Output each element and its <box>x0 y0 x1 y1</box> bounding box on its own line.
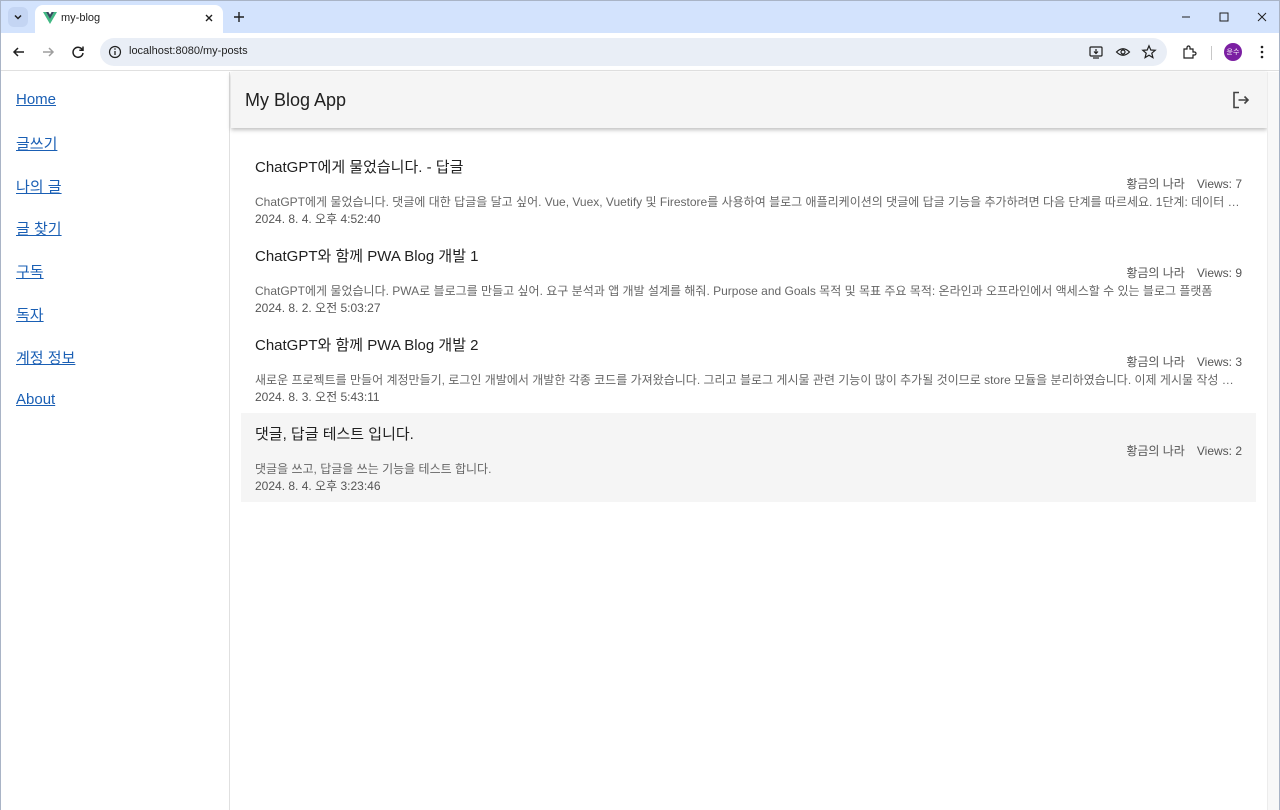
post-views: Views: 3 <box>1196 355 1242 369</box>
arrow-right-icon <box>43 47 55 57</box>
post-author: 황금의 나라 <box>1126 355 1185 369</box>
page-scrollbar[interactable] <box>1267 72 1279 810</box>
install-app-icon[interactable] <box>1088 44 1104 60</box>
post-author: 황금의 나라 <box>1126 266 1185 280</box>
chevron-down-icon <box>14 14 22 20</box>
minimize-button[interactable] <box>1176 7 1196 27</box>
post-list-item[interactable]: ChatGPT와 함께 PWA Blog 개발 2 황금의 나라 Views: 3… <box>241 324 1256 413</box>
post-meta: 황금의 나라 Views: 9 <box>1126 264 1242 281</box>
sidebar-item-readers[interactable]: 독자 <box>16 304 44 325</box>
arrow-left-icon <box>12 47 24 57</box>
sidebar-item-my-posts[interactable]: 나의 글 <box>16 176 62 197</box>
post-title[interactable]: ChatGPT와 함께 PWA Blog 개발 1 <box>255 245 479 266</box>
post-date: 2024. 8. 4. 오후 3:23:46 <box>255 479 381 493</box>
maximize-button[interactable] <box>1214 7 1234 27</box>
page-viewport: Home 글쓰기 나의 글 글 찾기 구독 독자 계정 정보 About My … <box>1 72 1279 810</box>
puzzle-icon <box>1183 45 1197 59</box>
post-author: 황금의 나라 <box>1126 444 1185 458</box>
browser-tab[interactable]: my-blog <box>35 5 223 33</box>
profile-avatar[interactable]: 윤수 <box>1224 43 1242 61</box>
info-icon[interactable] <box>107 44 123 60</box>
post-title[interactable]: 댓글, 답글 테스트 입니다. <box>255 423 414 444</box>
sidebar-item-home[interactable]: Home <box>16 91 56 108</box>
post-summary: 새로운 프로젝트를 만들어 계정만들기, 로그인 개발에서 개발한 각종 코드를… <box>255 373 1242 387</box>
eye-icon[interactable] <box>1115 44 1131 60</box>
forward-button[interactable] <box>38 42 58 62</box>
window-close-button[interactable] <box>1252 7 1272 27</box>
toolbar-divider <box>1211 46 1212 60</box>
tab-search-button[interactable] <box>8 7 28 27</box>
extensions-button[interactable] <box>1180 43 1198 61</box>
post-author: 황금의 나라 <box>1126 177 1185 191</box>
post-summary: ChatGPT에게 물었습니다. 댓글에 대한 답글을 달고 싶어. Vue, … <box>255 195 1242 209</box>
tab-close-button[interactable] <box>201 10 217 26</box>
more-vertical-icon <box>1260 45 1264 59</box>
app-bar: My Blog App <box>231 72 1267 128</box>
url-text[interactable]: localhost:8080/my-posts <box>129 45 248 57</box>
post-meta: 황금의 나라 Views: 3 <box>1126 353 1242 370</box>
post-date: 2024. 8. 4. 오후 4:52:40 <box>255 212 381 226</box>
post-views: Views: 9 <box>1196 266 1242 280</box>
post-title[interactable]: ChatGPT에게 물었습니다. - 답글 <box>255 156 463 177</box>
post-list-item[interactable]: ChatGPT에게 물었습니다. - 답글 황금의 나라 Views: 7 Cha… <box>241 146 1256 235</box>
post-summary: ChatGPT에게 물었습니다. PWA로 블로그를 만들고 싶어. 요구 분석… <box>255 284 1213 298</box>
browser-menu-button[interactable] <box>1253 43 1271 61</box>
browser-toolbar: localhost:8080/my-posts 윤수 <box>1 33 1279 71</box>
post-summary: 댓글을 쓰고, 답글을 쓰는 기능을 테스트 합니다. <box>255 462 492 476</box>
post-list: ChatGPT에게 물었습니다. - 답글 황금의 나라 Views: 7 Cha… <box>241 146 1256 502</box>
back-button[interactable] <box>9 42 29 62</box>
sidebar-item-account[interactable]: 계정 정보 <box>16 347 75 368</box>
tab-title: my-blog <box>61 12 101 24</box>
address-bar[interactable]: localhost:8080/my-posts <box>100 38 1167 66</box>
reload-icon <box>72 46 84 59</box>
post-date: 2024. 8. 2. 오전 5:03:27 <box>255 301 381 315</box>
vue-logo-icon <box>43 12 57 24</box>
sidebar-item-subscriptions[interactable]: 구독 <box>16 261 44 282</box>
sidebar-nav: Home 글쓰기 나의 글 글 찾기 구독 독자 계정 정보 About <box>1 72 230 810</box>
star-icon[interactable] <box>1141 44 1157 60</box>
post-meta: 황금의 나라 Views: 2 <box>1126 442 1242 459</box>
sidebar-item-search-posts[interactable]: 글 찾기 <box>16 218 62 239</box>
maximize-icon <box>1219 12 1229 22</box>
post-list-item-hovered[interactable]: 댓글, 답글 테스트 입니다. 황금의 나라 Views: 2 댓글을 쓰고, 답… <box>241 413 1256 502</box>
post-list-item[interactable]: ChatGPT와 함께 PWA Blog 개발 1 황금의 나라 Views: 9… <box>241 235 1256 324</box>
post-title[interactable]: ChatGPT와 함께 PWA Blog 개발 2 <box>255 334 479 355</box>
close-icon <box>1257 12 1267 22</box>
tab-strip: my-blog <box>1 1 1279 33</box>
post-date: 2024. 8. 3. 오전 5:43:11 <box>255 390 380 404</box>
new-tab-button[interactable] <box>230 8 248 26</box>
browser-window: my-blog localhost:8080/my-posts 윤수 Home … <box>0 0 1280 810</box>
plus-icon <box>234 12 244 22</box>
post-views: Views: 2 <box>1196 444 1242 458</box>
sidebar-item-write[interactable]: 글쓰기 <box>16 133 57 154</box>
sidebar-item-about[interactable]: About <box>16 391 55 408</box>
minimize-icon <box>1182 16 1190 18</box>
reload-button[interactable] <box>68 42 88 62</box>
close-icon <box>205 14 213 22</box>
logout-button[interactable] <box>1231 90 1251 110</box>
post-meta: 황금의 나라 Views: 7 <box>1126 175 1242 192</box>
app-title: My Blog App <box>245 90 347 110</box>
post-views: Views: 7 <box>1196 177 1242 191</box>
logout-icon <box>1233 91 1250 109</box>
